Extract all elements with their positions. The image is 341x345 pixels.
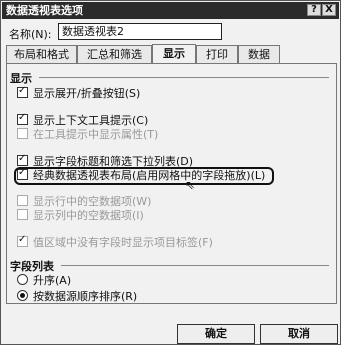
tab-strip: 布局和格式 汇总和筛选 显示 打印 数据 — [6, 44, 336, 63]
close-button[interactable]: X — [322, 4, 336, 16]
radio-circle[interactable] — [17, 290, 28, 301]
radio-sort-a-z[interactable]: 升序(A) — [17, 274, 71, 287]
checkbox-label: 值区域中没有字段时显示项目标签(F) — [33, 236, 213, 249]
help-button[interactable]: ? — [307, 4, 321, 16]
tab-layout-format[interactable]: 布局和格式 — [6, 45, 77, 63]
name-input[interactable]: 数据透视表2 — [58, 23, 222, 40]
checkbox-show-properties-in-tooltips[interactable]: 在工具提示中显示属性(T) — [17, 128, 158, 141]
checkbox-label: 显示展开/折叠按钮(S) — [33, 87, 141, 100]
ok-button[interactable]: 确定 — [177, 324, 255, 344]
checkbox-show-item-labels[interactable]: 值区域中没有字段时显示项目标签(F) — [17, 233, 213, 249]
radio-label: 按数据源顺序排序(R) — [33, 290, 138, 303]
classic-layout-highlight — [14, 167, 274, 185]
pivot-table-options-dialog: 数据透视表选项 ? X 名称(N): 数据透视表2 布局和格式 汇总和筛选 显示… — [0, 0, 341, 345]
checkbox-box[interactable] — [17, 152, 28, 166]
checkbox-box[interactable] — [17, 209, 28, 220]
checkbox-show-expand-collapse[interactable]: 显示展开/折叠按钮(S) — [17, 84, 141, 100]
checkbox-show-empty-columns[interactable]: 显示列中的空数据项(I) — [17, 209, 144, 222]
checkbox-label: 显示列中的空数据项(I) — [33, 209, 144, 222]
display-group-divider — [39, 77, 329, 78]
radio-sort-data-source-order[interactable]: 按数据源顺序排序(R) — [17, 290, 137, 303]
checkbox-label: 显示行中的空数据项(W) — [33, 195, 152, 208]
checkbox-box[interactable] — [17, 111, 28, 125]
field-list-group-label: 字段列表 — [10, 260, 54, 273]
title-bar: 数据透视表选项 ? X — [2, 2, 339, 19]
checkbox-box[interactable] — [17, 128, 28, 139]
checkbox-label: 显示上下文工具提示(C) — [33, 114, 149, 127]
checkbox-box[interactable] — [17, 84, 28, 98]
radio-label: 升序(A) — [33, 274, 72, 287]
tab-print[interactable]: 打印 — [196, 45, 238, 63]
tab-display[interactable]: 显示 — [152, 44, 196, 63]
cancel-button[interactable]: 取消 — [260, 324, 338, 344]
checkbox-box[interactable] — [17, 195, 28, 206]
radio-circle[interactable] — [17, 274, 28, 285]
checkbox-show-contextual-tooltips[interactable]: 显示上下文工具提示(C) — [17, 111, 149, 127]
tab-data[interactable]: 数据 — [238, 45, 280, 63]
checkbox-show-empty-rows[interactable]: 显示行中的空数据项(W) — [17, 195, 151, 208]
checkbox-box[interactable] — [17, 233, 28, 247]
window-title: 数据透视表选项 — [6, 4, 83, 17]
tab-totals-filters[interactable]: 汇总和筛选 — [77, 45, 152, 63]
checkbox-label: 在工具提示中显示属性(T) — [33, 128, 159, 141]
mouse-cursor-icon: ⇖ — [185, 178, 196, 192]
name-label: 名称(N): — [9, 28, 52, 41]
field-list-group-divider — [61, 265, 329, 266]
